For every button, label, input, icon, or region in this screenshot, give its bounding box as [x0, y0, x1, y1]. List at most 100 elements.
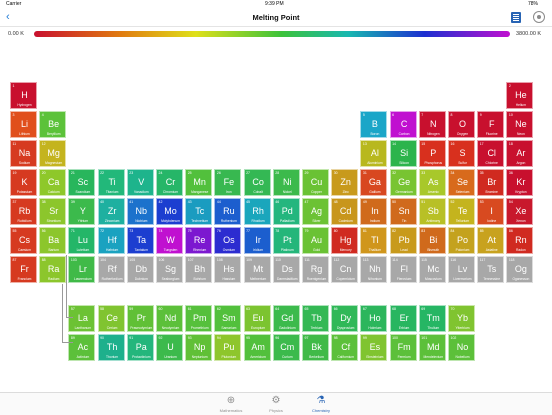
element-cell-w[interactable]: 74 W Tungsten — [156, 227, 183, 254]
element-cell-yb[interactable]: 70 Yb Ytterbium — [448, 305, 475, 332]
element-cell-pu[interactable]: 94 Pu Plutonium — [214, 334, 242, 361]
element-cell-in[interactable]: 49 In Indium — [360, 198, 388, 225]
element-cell-ti[interactable]: 22 Ti Titanium — [97, 169, 125, 196]
element-cell-bh[interactable]: 107 Bh Bohrium — [185, 256, 213, 283]
element-cell-f[interactable]: 9 F Fluorine — [477, 111, 505, 138]
element-cell-mg[interactable]: 12 Mg Magnesium — [39, 140, 67, 167]
element-cell-mn[interactable]: 25 Mn Manganese — [185, 169, 213, 196]
element-cell-hf[interactable]: 72 Hf Hafnium — [97, 227, 125, 254]
element-cell-p[interactable]: 15 P Phosphorus — [418, 140, 446, 167]
element-cell-v[interactable]: 23 V Vanadium — [126, 169, 154, 196]
element-cell-ca[interactable]: 20 Ca Calcium — [39, 169, 67, 196]
element-cell-tm[interactable]: 69 Tm Thulium — [418, 305, 446, 332]
element-cell-rf[interactable]: 104 Rf Rutherfordium — [97, 256, 125, 283]
element-cell-md[interactable]: 101 Md Mendelevium — [418, 334, 446, 361]
element-cell-ra[interactable]: 88 Ra Radium — [39, 256, 67, 283]
element-cell-cf[interactable]: 98 Cf Californium — [331, 334, 359, 361]
element-cell-pd[interactable]: 46 Pd Palladium — [272, 198, 300, 225]
element-cell-og[interactable]: 118 Og Oganesson — [506, 256, 534, 283]
element-cell-y[interactable]: 39 Y Yttrium — [68, 198, 96, 225]
element-cell-al[interactable]: 13 Al Aluminium — [360, 140, 388, 167]
element-cell-rh[interactable]: 45 Rh Rhodium — [243, 198, 271, 225]
element-cell-cd[interactable]: 48 Cd Cadmium — [331, 198, 359, 225]
element-cell-ru[interactable]: 44 Ru Ruthenium — [214, 198, 242, 225]
element-cell-bk[interactable]: 97 Bk Berkelium — [302, 334, 329, 361]
element-cell-lu[interactable]: 71 Lu Lutetium — [68, 227, 96, 254]
element-cell-ho[interactable]: 67 Ho Holmium — [360, 305, 388, 332]
element-cell-te[interactable]: 52 Te Tellurium — [448, 198, 475, 225]
element-cell-mt[interactable]: 109 Mt Meitnerium — [243, 256, 271, 283]
element-cell-c[interactable]: 6 C Carbon — [389, 111, 417, 138]
element-cell-po[interactable]: 84 Po Polonium — [448, 227, 475, 254]
element-cell-lv[interactable]: 116 Lv Livermorium — [448, 256, 475, 283]
element-cell-i[interactable]: 53 I Iodine — [477, 198, 505, 225]
element-cell-gd[interactable]: 64 Gd Gadolinium — [272, 305, 300, 332]
element-cell-na[interactable]: 11 Na Sodium — [10, 140, 37, 167]
element-cell-er[interactable]: 68 Er Erbium — [389, 305, 417, 332]
element-cell-cs[interactable]: 55 Cs Caesium — [10, 227, 37, 254]
element-cell-he[interactable]: 2 He Helium — [506, 82, 534, 109]
element-cell-cn[interactable]: 112 Cn Copernicium — [331, 256, 359, 283]
element-cell-re[interactable]: 75 Re Rhenium — [185, 227, 213, 254]
element-cell-pb[interactable]: 82 Pb Lead — [389, 227, 417, 254]
element-cell-ir[interactable]: 77 Ir Iridium — [243, 227, 271, 254]
element-cell-k[interactable]: 19 K Potassium — [10, 169, 37, 196]
element-cell-np[interactable]: 93 Np Neptunium — [185, 334, 213, 361]
element-cell-ni[interactable]: 28 Ni Nickel — [272, 169, 300, 196]
element-cell-dy[interactable]: 66 Dy Dysprosium — [331, 305, 359, 332]
element-cell-ce[interactable]: 58 Ce Cerium — [97, 305, 125, 332]
element-cell-cm[interactable]: 96 Cm Curium — [272, 334, 300, 361]
element-cell-ta[interactable]: 73 Ta Tantalum — [126, 227, 154, 254]
element-cell-bi[interactable]: 83 Bi Bismuth — [418, 227, 446, 254]
element-cell-os[interactable]: 76 Os Osmium — [214, 227, 242, 254]
element-cell-co[interactable]: 27 Co Cobalt — [243, 169, 271, 196]
element-cell-hg[interactable]: 80 Hg Mercury — [331, 227, 359, 254]
element-cell-nd[interactable]: 60 Nd Neodymium — [156, 305, 183, 332]
element-cell-ds[interactable]: 110 Ds Darmstadtium — [272, 256, 300, 283]
element-cell-zn[interactable]: 30 Zn Zinc — [331, 169, 359, 196]
element-cell-mc[interactable]: 115 Mc Moscovium — [418, 256, 446, 283]
element-cell-hs[interactable]: 108 Hs Hassium — [214, 256, 242, 283]
element-cell-cr[interactable]: 24 Cr Chromium — [156, 169, 183, 196]
element-cell-rg[interactable]: 111 Rg Roentgenium — [302, 256, 329, 283]
element-cell-pa[interactable]: 91 Pa Protactinium — [126, 334, 154, 361]
element-cell-ts[interactable]: 117 Ts Tennessine — [477, 256, 505, 283]
element-cell-pt[interactable]: 78 Pt Platinum — [272, 227, 300, 254]
element-cell-cu[interactable]: 29 Cu Copper — [302, 169, 329, 196]
element-cell-tc[interactable]: 43 Tc Technetium — [185, 198, 213, 225]
element-cell-ar[interactable]: 18 Ar Argon — [506, 140, 534, 167]
element-cell-o[interactable]: 8 O Oxygen — [448, 111, 475, 138]
element-cell-sg[interactable]: 106 Sg Seaborgium — [156, 256, 183, 283]
refresh-icon[interactable] — [533, 11, 545, 23]
element-cell-am[interactable]: 95 Am Americium — [243, 334, 271, 361]
element-cell-no[interactable]: 102 No Nobelium — [448, 334, 475, 361]
tab-chemistry[interactable]: ⚗ Chemistry — [301, 394, 341, 414]
element-cell-si[interactable]: 14 Si Silicon — [389, 140, 417, 167]
element-cell-eu[interactable]: 63 Eu Europium — [243, 305, 271, 332]
element-cell-rb[interactable]: 37 Rb Rubidium — [10, 198, 37, 225]
element-cell-zr[interactable]: 40 Zr Zirconium — [97, 198, 125, 225]
element-cell-ge[interactable]: 32 Ge Germanium — [389, 169, 417, 196]
element-cell-sn[interactable]: 50 Sn Tin — [389, 198, 417, 225]
element-cell-ag[interactable]: 47 Ag Silver — [302, 198, 329, 225]
element-cell-sm[interactable]: 62 Sm Samarium — [214, 305, 242, 332]
element-cell-fr[interactable]: 87 Fr Francium — [10, 256, 37, 283]
element-cell-ga[interactable]: 31 Ga Gallium — [360, 169, 388, 196]
element-cell-es[interactable]: 99 Es Einsteinium — [360, 334, 388, 361]
element-cell-b[interactable]: 5 B Boron — [360, 111, 388, 138]
element-cell-tb[interactable]: 65 Tb Terbium — [302, 305, 329, 332]
element-cell-n[interactable]: 7 N Nitrogen — [418, 111, 446, 138]
element-cell-nb[interactable]: 41 Nb Niobium — [126, 198, 154, 225]
element-cell-fe[interactable]: 26 Fe Iron — [214, 169, 242, 196]
element-cell-at[interactable]: 85 At Astatine — [477, 227, 505, 254]
element-cell-sc[interactable]: 21 Sc Scandium — [68, 169, 96, 196]
element-cell-au[interactable]: 79 Au Gold — [302, 227, 329, 254]
element-cell-as[interactable]: 33 As Arsenic — [418, 169, 446, 196]
element-cell-tl[interactable]: 81 Tl Thallium — [360, 227, 388, 254]
tab-mathematics[interactable]: ⊕ Mathematics — [211, 394, 251, 414]
element-cell-nh[interactable]: 113 Nh Nihonium — [360, 256, 388, 283]
element-cell-h[interactable]: 1 H Hydrogen — [10, 82, 37, 109]
element-cell-xe[interactable]: 54 Xe Xenon — [506, 198, 534, 225]
element-cell-br[interactable]: 35 Br Bromine — [477, 169, 505, 196]
element-cell-th[interactable]: 90 Th Thorium — [97, 334, 125, 361]
